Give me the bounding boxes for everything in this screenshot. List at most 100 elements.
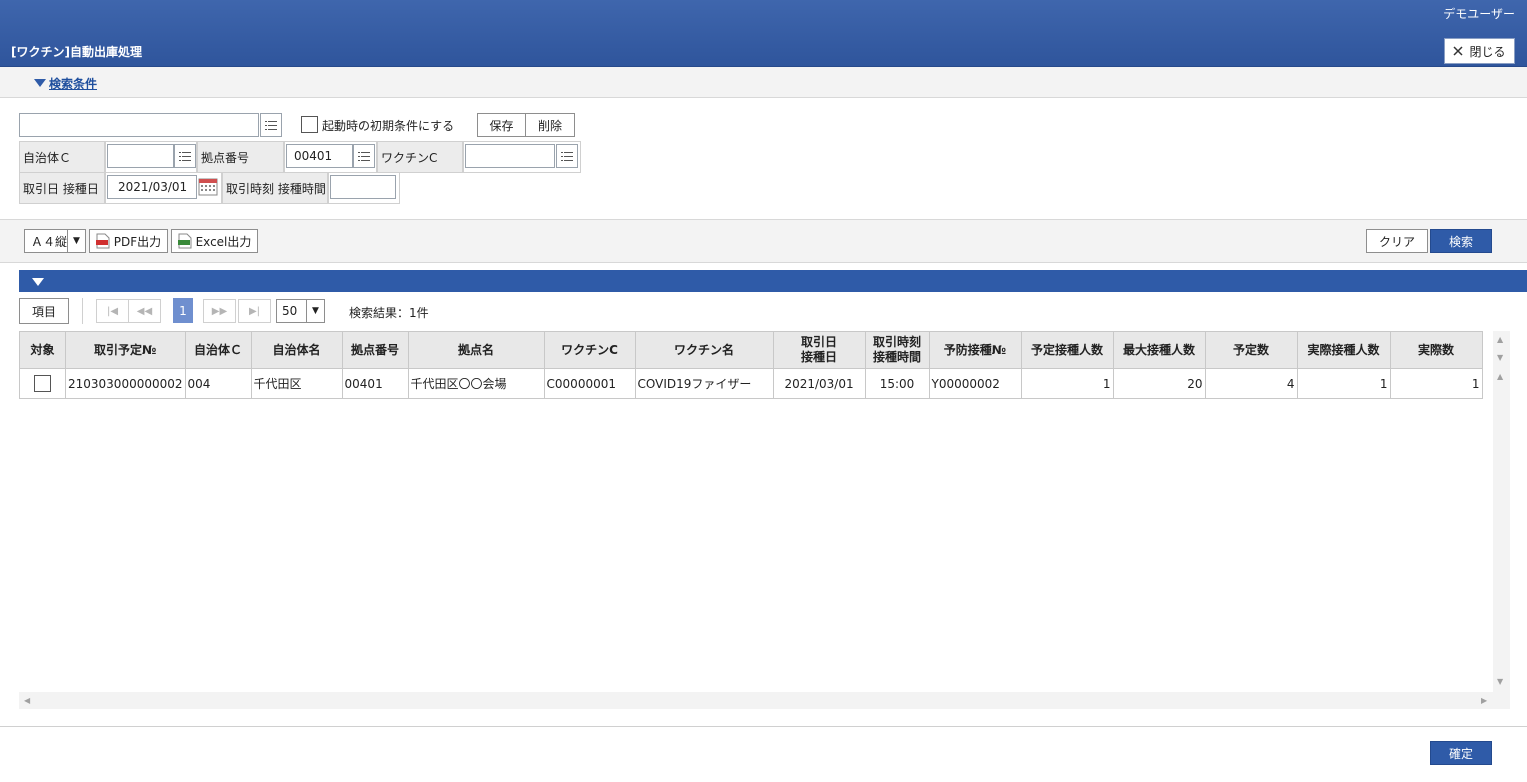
time-input[interactable] [330, 175, 396, 199]
calendar-icon[interactable] [198, 176, 218, 196]
table-row[interactable]: 210303000000002 004 千代田区 00401 千代田区〇〇会場 C0000… [19, 368, 1483, 399]
column-header-vaccination-no[interactable]: 予防接種№ [928, 331, 1022, 369]
confirm-button[interactable]: 確定 [1430, 741, 1492, 765]
site-number-input[interactable]: 00401 [286, 144, 353, 168]
cell-planned-qty: 4 [1204, 368, 1298, 399]
cell-trade-plan-no: 210303000000002 [65, 368, 186, 399]
municipality-input[interactable] [107, 144, 174, 168]
column-header-vaccine-name[interactable]: ワクチン名 [634, 331, 774, 369]
cell-trade-date: 2021/03/01 [772, 368, 866, 399]
column-header-municipality-code[interactable]: 自治体Ｃ [184, 331, 252, 369]
vaccine-code-input[interactable] [465, 144, 555, 168]
cell-vaccine-name: COVID19ファイザー [634, 368, 774, 399]
pdf-export-button[interactable]: PDF出力 [89, 229, 168, 253]
scroll-down-icon[interactable]: ▼ [1497, 677, 1503, 686]
municipality-list-button[interactable] [174, 144, 196, 168]
column-header-vaccine-code[interactable]: ワクチンC [543, 331, 636, 369]
cell-planned-people: 1 [1020, 368, 1114, 399]
search-conditions-header: 検索条件 [0, 67, 1527, 98]
paper-size-select[interactable]: Ａ４縦 ▼ [24, 229, 86, 253]
column-header-target[interactable]: 対象 [19, 331, 66, 369]
column-header-trade-date[interactable]: 取引日 接種日 [772, 331, 866, 369]
preset-list-button[interactable] [260, 113, 282, 137]
search-conditions-toggle[interactable]: 検索条件 [49, 75, 97, 92]
footer-bar [0, 726, 1527, 782]
time-label: 取引時刻 接種時間 [222, 172, 328, 204]
cell-site-number: 00401 [341, 368, 409, 399]
site-number-label: 拠点番号 [197, 141, 284, 173]
close-icon [1453, 46, 1464, 56]
cell-site-name: 千代田区〇〇会場 [407, 368, 545, 399]
list-icon [358, 151, 370, 161]
page-size-select[interactable]: 50 ▼ [276, 299, 325, 323]
table-header-row: 対象 取引予定№ 自治体Ｃ 自治体名 拠点番号 拠点名 ワクチンC ワクチン名 取引日 接種日取… [19, 331, 1483, 369]
vaccine-list-button[interactable] [556, 144, 578, 168]
date-input[interactable]: 2021/03/01 [107, 175, 197, 199]
column-header-site-number[interactable]: 拠点番号 [341, 331, 409, 369]
scroll-up-icon[interactable]: ▲ [1497, 372, 1503, 381]
close-label: 閉じる [1469, 44, 1506, 59]
column-header-actual-qty[interactable]: 実際数 [1389, 331, 1483, 369]
row-select-checkbox[interactable] [34, 375, 51, 392]
column-header-trade-plan-no[interactable]: 取引予定№ [65, 331, 186, 369]
chevron-down-icon: ▼ [306, 300, 324, 322]
list-icon [561, 151, 573, 161]
column-header-municipality-name[interactable]: 自治体名 [250, 331, 343, 369]
excel-export-button[interactable]: Excel出力 [171, 229, 258, 253]
prev-page-icon[interactable]: ◀◀ [128, 299, 161, 323]
site-list-button[interactable] [353, 144, 375, 168]
cell-max-people: 20 [1112, 368, 1206, 399]
result-count: 検索結果：1件 [349, 306, 429, 320]
last-page-icon[interactable]: ▶| [238, 299, 271, 323]
column-header-trade-time[interactable]: 取引時刻 接種時間 [864, 331, 930, 369]
horizontal-scrollbar[interactable]: ◀ ▶ [19, 692, 1510, 709]
collapse-triangle-icon[interactable] [32, 278, 44, 286]
scroll-down-icon[interactable]: ▼ [1497, 353, 1503, 362]
excel-export-label: Excel出力 [195, 234, 252, 249]
cell-actual-people: 1 [1296, 368, 1391, 399]
page-size-value: 50 [282, 304, 298, 318]
column-header-actual-people[interactable]: 実際接種人数 [1296, 331, 1391, 369]
save-button[interactable]: 保存 [477, 113, 526, 137]
results-section-bar [19, 270, 1527, 292]
page-title: [ワクチン]自動出庫処理 [11, 45, 142, 59]
cell-trade-time: 15:00 [864, 368, 930, 399]
vertical-scrollbar[interactable]: ▲ ▼ ▲ ▼ [1493, 331, 1510, 692]
delete-button[interactable]: 削除 [525, 113, 575, 137]
column-header-planned-people[interactable]: 予定接種人数 [1020, 331, 1114, 369]
column-header-site-name[interactable]: 拠点名 [407, 331, 545, 369]
search-button[interactable]: 検索 [1430, 229, 1492, 253]
results-table: 対象 取引予定№ 自治体Ｃ 自治体名 拠点番号 拠点名 ワクチンC ワクチン名 取引日 接種日取… [19, 331, 1483, 399]
preset-input[interactable] [19, 113, 259, 137]
cell-municipality-name: 千代田区 [250, 368, 343, 399]
first-page-icon[interactable]: |◀ [96, 299, 129, 323]
collapse-triangle-icon[interactable] [34, 79, 46, 87]
divider [82, 298, 83, 324]
cell-vaccination-no: Y00000002 [928, 368, 1022, 399]
column-header-planned-qty[interactable]: 予定数 [1204, 331, 1298, 369]
vaccine-code-label: ワクチンC [377, 141, 463, 173]
cell-municipality-code: 004 [184, 368, 252, 399]
pdf-export-label: PDF出力 [113, 234, 162, 249]
close-button[interactable]: 閉じる [1444, 38, 1515, 64]
scroll-left-icon[interactable]: ◀ [24, 696, 30, 705]
pdf-icon [95, 233, 110, 249]
columns-button[interactable]: 項目 [19, 298, 69, 324]
default-condition-checkbox[interactable] [301, 116, 318, 133]
default-condition-label: 起動時の初期条件にする [322, 119, 455, 133]
cell-actual-qty: 1 [1389, 368, 1483, 399]
list-icon [265, 120, 277, 130]
title-bar: デモユーザー [ワクチン]自動出庫処理 閉じる [0, 0, 1527, 67]
date-label: 取引日 接種日 [19, 172, 105, 204]
current-page-button[interactable]: 1 [173, 298, 193, 323]
municipality-label: 自治体Ｃ [19, 141, 105, 173]
clear-button[interactable]: クリア [1366, 229, 1428, 253]
next-page-icon[interactable]: ▶▶ [203, 299, 236, 323]
paper-size-value: Ａ４縦 [31, 234, 68, 249]
chevron-down-icon: ▼ [67, 230, 85, 252]
row-select-cell [19, 368, 66, 399]
scroll-up-icon[interactable]: ▲ [1497, 335, 1503, 344]
scroll-right-icon[interactable]: ▶ [1481, 696, 1487, 705]
cell-vaccine-code: C00000001 [543, 368, 636, 399]
column-header-max-people[interactable]: 最大接種人数 [1112, 331, 1206, 369]
